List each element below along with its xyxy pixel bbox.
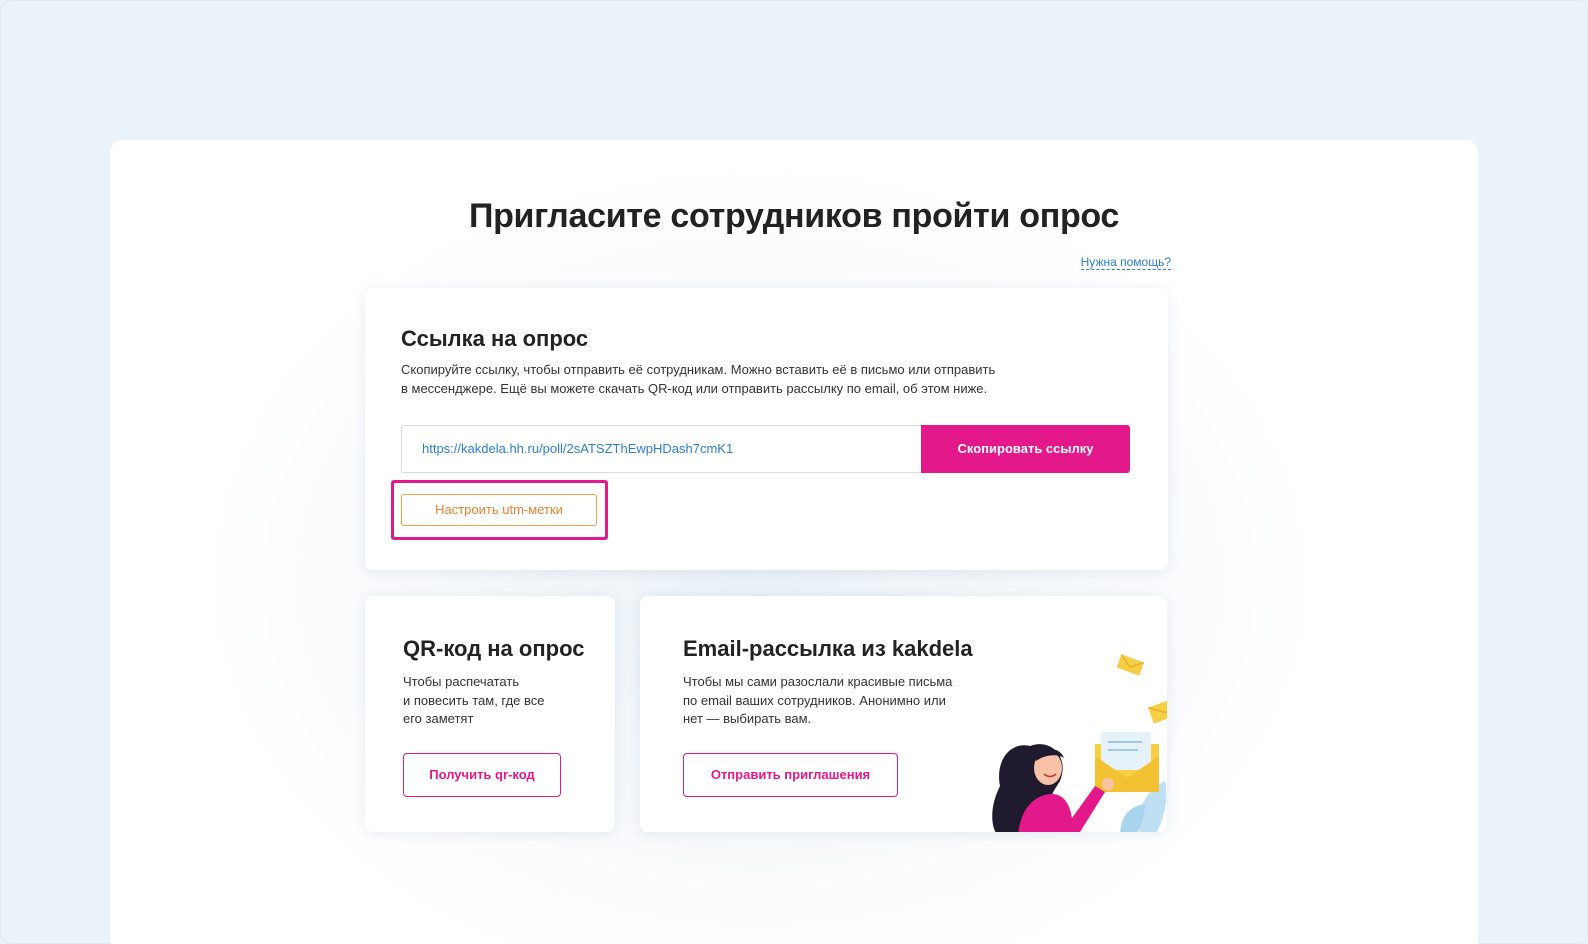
get-qr-code-button[interactable]: Получить qr-код — [403, 753, 561, 797]
copy-link-button[interactable]: Скопировать ссылку — [921, 425, 1130, 473]
email-campaign-title: Email-рассылка из kakdela — [683, 636, 973, 661]
description-line: нет — выбирать вам. — [683, 711, 812, 726]
survey-link-description: Скопируйте ссылку, чтобы отправить её со… — [401, 361, 1061, 398]
woman-with-envelopes-illustration — [992, 653, 1167, 832]
email-campaign-description: Чтобы мы сами разослали красивые письма … — [683, 673, 983, 729]
qr-code-description: Чтобы распечатать и повесить там, где вс… — [403, 673, 583, 729]
survey-link-title: Ссылка на опрос — [401, 326, 589, 351]
survey-url-field[interactable]: https://kakdela.hh.ru/poll/2sATSZThEwpHD… — [401, 425, 923, 473]
main-panel: Пригласите сотрудников пройти опрос Нужн… — [110, 140, 1478, 944]
description-line: Скопируйте ссылку, чтобы отправить её со… — [401, 362, 996, 377]
email-campaign-card: Email-рассылка из kakdela Чтобы мы сами … — [640, 596, 1167, 832]
qr-code-title: QR-код на опрос — [403, 636, 585, 661]
description-line: и повесить там, где все — [403, 692, 545, 708]
survey-link-card: Ссылка на опрос Скопируйте ссылку, чтобы… — [365, 288, 1168, 570]
description-line: Чтобы распечатать — [403, 674, 520, 689]
qr-code-card: QR-код на опрос Чтобы распечатать и пове… — [365, 596, 615, 832]
description-line: его заметят — [403, 711, 474, 726]
page-title: Пригласите сотрудников пройти опрос — [468, 197, 1120, 235]
configure-utm-button[interactable]: Настроить utm-метки — [401, 494, 597, 526]
send-invitations-button[interactable]: Отправить приглашения — [683, 753, 898, 797]
description-line: в мессенджере. Ещё вы можете скачать QR-… — [401, 380, 988, 396]
description-line: Чтобы мы сами разослали красивые письма — [683, 674, 953, 689]
help-link[interactable]: Нужна помощь? — [1080, 255, 1171, 270]
description-line: по email ваших сотрудников. Анонимно или — [683, 692, 946, 708]
